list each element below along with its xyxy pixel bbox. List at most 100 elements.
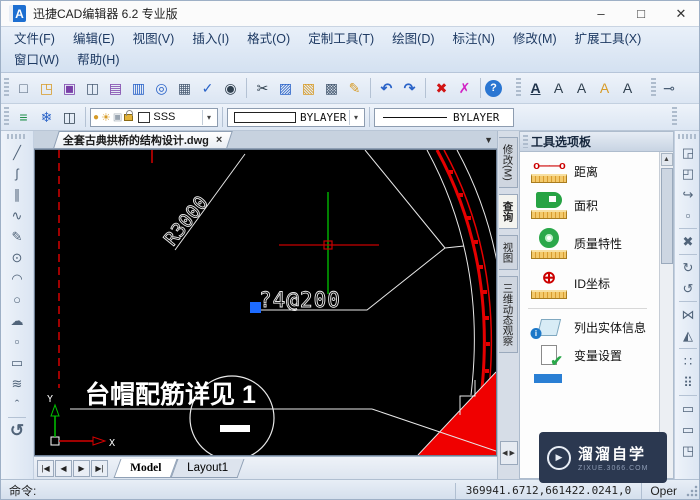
explode-tool-icon[interactable]: ◳ <box>677 440 699 461</box>
pager-left-icon[interactable]: ◀ <box>502 449 507 457</box>
edit-text-icon[interactable]: A <box>570 77 593 99</box>
cut-icon[interactable]: ✂ <box>251 77 274 99</box>
maximize-button[interactable]: □ <box>621 2 661 26</box>
status-mode[interactable]: Oper <box>641 482 685 499</box>
palette-header[interactable]: 工具选项板 <box>520 132 673 152</box>
menu-format[interactable]: 格式(O) <box>238 29 299 50</box>
rectangle-tool-icon[interactable]: ▭ <box>6 352 28 373</box>
menu-modify[interactable]: 修改(M) <box>504 29 566 50</box>
spell-check-icon[interactable]: ✓ <box>196 77 219 99</box>
pager-right-icon[interactable]: ▶ <box>510 449 515 457</box>
layer-freeze-icon[interactable]: ❄ <box>35 106 58 128</box>
save-icon[interactable]: ▣ <box>58 77 81 99</box>
redo-icon[interactable]: ↷ <box>398 77 421 99</box>
layer-unlock-icon[interactable] <box>124 109 134 121</box>
menu-insert[interactable]: 插入(I) <box>183 29 238 50</box>
menu-view[interactable]: 视图(V) <box>124 29 184 50</box>
layer-on-icon[interactable]: ● <box>93 112 99 123</box>
move-tool-icon[interactable]: ◲ <box>677 142 699 163</box>
menu-dimension[interactable]: 标注(N) <box>444 29 504 50</box>
palette-tab-3d-orbit[interactable]: 三维动态观察 <box>499 275 518 353</box>
palette-item-variable-settings[interactable]: ✔ 变量设置 <box>528 345 657 370</box>
export-acis-icon[interactable]: ◫ <box>81 77 104 99</box>
revision-cloud-tool-icon[interactable]: ☁ <box>6 310 28 331</box>
arc-tool-icon[interactable]: ◠ <box>6 268 28 289</box>
menu-draw[interactable]: 绘图(D) <box>383 29 443 50</box>
tab-close-icon[interactable]: × <box>216 134 222 146</box>
erase-icon[interactable]: ✖ <box>430 77 453 99</box>
menu-help[interactable]: 帮助(H) <box>68 50 138 71</box>
palette-grip[interactable] <box>523 135 528 148</box>
paste-special-icon[interactable]: ▩ <box>320 77 343 99</box>
zoom-object-icon[interactable]: ▭ <box>677 419 699 440</box>
color-combobox[interactable]: BYLAYER ▾ <box>227 107 365 127</box>
paste-icon[interactable]: ▧ <box>297 77 320 99</box>
single-text-icon[interactable]: A <box>547 77 570 99</box>
page-setup-icon[interactable]: ▦ <box>173 77 196 99</box>
line-tool-icon[interactable]: ╱ <box>6 142 28 163</box>
layers-icon[interactable]: ≡ <box>12 106 35 128</box>
document-tab[interactable]: 全套古典拱桥的结构设计.dwg × <box>53 131 233 148</box>
menu-extended-tools[interactable]: 扩展工具(X) <box>566 29 651 50</box>
array-rect-icon[interactable]: ∷ <box>677 351 699 372</box>
scrollbar-thumb[interactable] <box>660 168 673 264</box>
mirror-tool-icon[interactable]: ⋈ <box>677 304 699 325</box>
palette-tab-modify[interactable]: 修改(M) <box>499 137 518 188</box>
prev-sheet-button[interactable]: ◀ <box>55 459 72 477</box>
purge-icon[interactable]: ✗ <box>453 77 476 99</box>
tab-list-arrow-icon[interactable]: ▼ <box>484 135 493 145</box>
layer-freeze-vp-icon[interactable]: ▣ <box>113 112 122 123</box>
color-dropdown-arrow[interactable]: ▾ <box>349 109 362 125</box>
print-preview-icon[interactable]: ◎ <box>150 77 173 99</box>
layer-dropdown-arrow[interactable]: ▾ <box>202 109 215 125</box>
resize-grip[interactable] <box>685 483 699 498</box>
close-button[interactable]: ✕ <box>661 2 699 26</box>
layout1-tab[interactable]: Layout1 <box>170 458 245 478</box>
palette-scrollbar[interactable]: ▲ <box>659 152 673 478</box>
refresh-icon[interactable]: ↺ <box>6 420 28 441</box>
palette-item-area[interactable]: 面积 <box>528 192 657 219</box>
sketch-tool-icon[interactable]: ✎ <box>6 226 28 247</box>
command-prompt[interactable]: 命令: <box>1 482 455 499</box>
palette-tab-view[interactable]: 视图 <box>499 234 518 270</box>
next-sheet-button[interactable]: ▶ <box>73 459 90 477</box>
help-icon[interactable]: ? <box>485 79 502 97</box>
quick-dim-icon[interactable]: ⊸ <box>659 77 679 99</box>
rotate-ccw-icon[interactable]: ↺ <box>677 278 699 299</box>
copy-tool-icon[interactable]: ◰ <box>677 163 699 184</box>
menu-window[interactable]: 窗口(W) <box>5 50 68 71</box>
stretch-tool-icon[interactable]: ▭ <box>677 398 699 419</box>
layer-color-swatch[interactable] <box>138 111 151 123</box>
toolbar-grip[interactable] <box>4 107 9 127</box>
palette-tab-inquiry[interactable]: 查询 <box>499 193 518 229</box>
drawing-canvas[interactable]: R3000 ?4@200 台帽配筋详见 1 X Y <box>34 149 505 461</box>
layer-thaw-icon[interactable]: ☀ <box>101 111 111 124</box>
palette-item-distance[interactable]: o——o 距离 <box>528 160 657 183</box>
text-style-icon[interactable]: A <box>524 77 547 99</box>
find-text-icon[interactable]: A <box>616 77 639 99</box>
undo-icon[interactable]: ↶ <box>375 77 398 99</box>
palette-tab-pager[interactable]: ◀ ▶ <box>499 441 518 465</box>
open-file-icon[interactable]: ◳ <box>35 77 58 99</box>
menu-file[interactable]: 文件(F) <box>5 29 64 50</box>
format-brush-icon[interactable]: ✎ <box>343 77 366 99</box>
scroll-up-icon[interactable]: ▲ <box>660 153 673 166</box>
trim-tool-icon[interactable]: ◭ <box>677 325 699 346</box>
collapse-icon[interactable]: ˆ <box>6 394 28 415</box>
curve-tool-icon[interactable]: ∿ <box>6 205 28 226</box>
toolbar-grip[interactable] <box>678 134 698 139</box>
spline-tool-icon[interactable]: ʃ <box>6 163 28 184</box>
batch-print-icon[interactable]: ▤ <box>104 77 127 99</box>
hatch-tool-icon[interactable]: ≋ <box>6 373 28 394</box>
menu-edit[interactable]: 编辑(E) <box>64 29 124 50</box>
scale-tool-icon[interactable]: ▫ <box>677 205 699 226</box>
rotate-cw-icon[interactable]: ↻ <box>677 257 699 278</box>
layer-combobox[interactable]: ● ☀ ▣ SSS ▾ <box>90 107 218 127</box>
point-tool-icon[interactable]: ▫ <box>6 331 28 352</box>
edit-polyline-icon[interactable]: ↪ <box>677 184 699 205</box>
erase-tool-icon[interactable]: ✖ <box>677 231 699 252</box>
find-icon[interactable]: ◉ <box>219 77 242 99</box>
linetype-combobox[interactable]: BYLAYER <box>374 107 514 127</box>
circle-tool-icon[interactable]: ⊙ <box>6 247 28 268</box>
ellipse-tool-icon[interactable]: ○ <box>6 289 28 310</box>
